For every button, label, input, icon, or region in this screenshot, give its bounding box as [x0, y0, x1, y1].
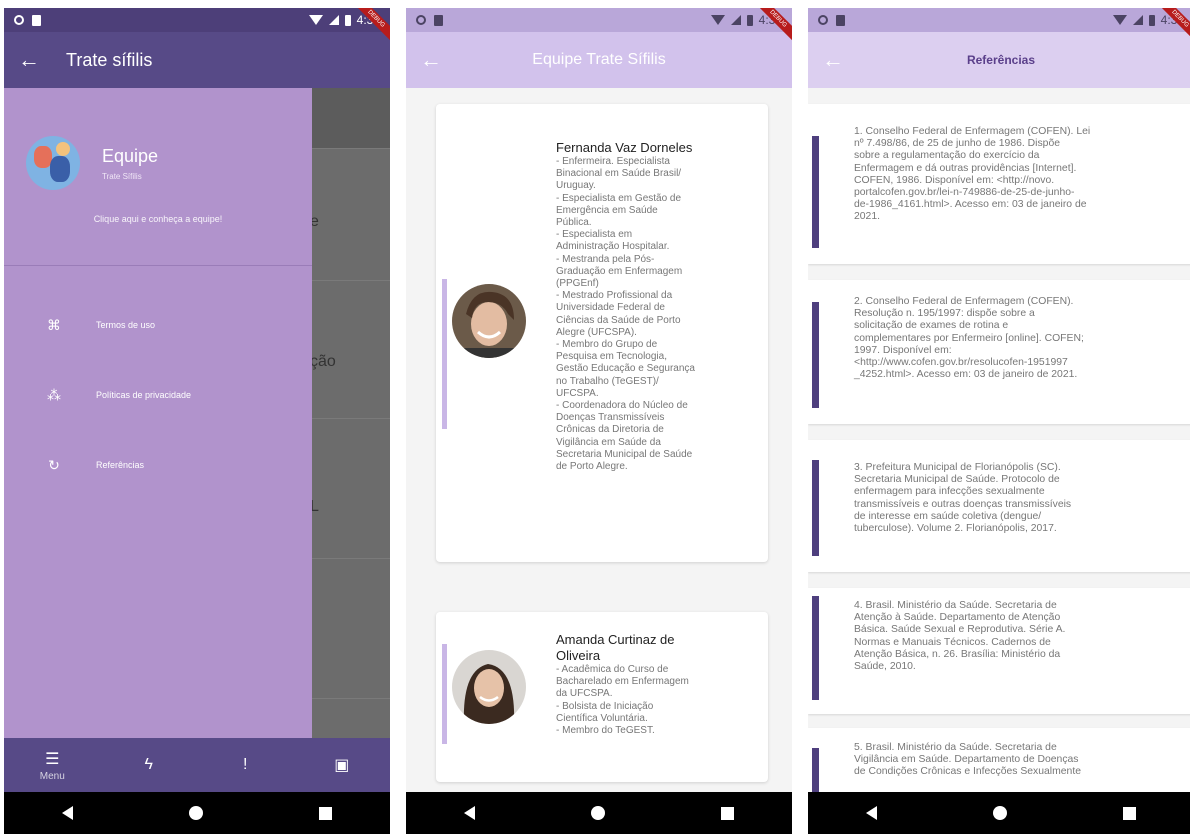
reference-card: 2. Conselho Federal de Enfermagem (COFEN… [808, 280, 1190, 424]
document-icon: ⌘ [47, 316, 61, 333]
status-bar: 4:34 [808, 8, 1190, 32]
bottom-navigation: ☰ Menu ϟ ǃ ▣ [4, 738, 390, 792]
system-navigation [4, 792, 390, 834]
back-arrow-icon[interactable]: ← [420, 47, 450, 73]
card-accent-bar [812, 460, 819, 556]
medical-kit-icon: ▣ [334, 757, 350, 774]
menu-icon: ☰ [45, 750, 60, 768]
member-text: Fernanda Vaz Dorneles - Enfermeira. Espe… [556, 140, 762, 473]
drawer-header[interactable]: Equipe Trate Sífilis Clique aqui e conhe… [4, 88, 312, 266]
team-link[interactable]: Clique aqui e conheça a equipe! [4, 214, 312, 224]
system-navigation [406, 792, 792, 834]
menu-item-label: Termos de uso [96, 320, 156, 330]
signal-icon [328, 15, 339, 25]
reference-text: 1. Conselho Federal de Enfermagem (COFEN… [854, 126, 1091, 223]
member-text: Amanda Curtinaz de Oliveira - Acadêmica … [556, 632, 762, 737]
system-recents-icon[interactable] [319, 806, 332, 820]
menu-item-privacy[interactable]: ⁂ Políticas de privacidade [4, 380, 312, 410]
wifi-icon [308, 15, 323, 25]
reference-card: 1. Conselho Federal de Enfermagem (COFEN… [808, 104, 1190, 264]
reference-text: 4. Brasil. Ministério da Saúde. Secretar… [854, 600, 1066, 673]
signal-icon [1132, 15, 1143, 25]
sd-card-icon [32, 14, 41, 26]
reference-card: 4. Brasil. Ministério da Saúde. Secretar… [808, 588, 1190, 714]
menu-item-terms[interactable]: ⌘ Termos de uso [4, 310, 312, 340]
app-bar: ← Equipe Trate Sífilis [406, 32, 792, 88]
share-icon: ⁂ [47, 386, 61, 403]
team-title: Equipe [102, 146, 159, 166]
drawer-screen: 4:33 DEBUG ← Trate sífilis e ção L Equip… [4, 8, 390, 834]
signal-icon [730, 15, 741, 25]
system-recents-icon[interactable] [721, 806, 734, 820]
sd-card-icon [434, 14, 443, 26]
refresh-icon: ↻ [48, 456, 60, 473]
member-name: Amanda Curtinaz de [556, 632, 675, 647]
system-back-icon[interactable] [464, 806, 475, 820]
back-arrow-icon[interactable]: ← [822, 47, 852, 73]
team-avatar [26, 136, 80, 190]
app-bar: ← Referências [808, 32, 1190, 88]
back-arrow-icon[interactable]: ← [18, 47, 48, 73]
system-home-icon[interactable] [591, 806, 605, 820]
reference-text: 3. Prefeitura Municipal de Florianópolis… [854, 462, 1072, 535]
nav-medical[interactable]: ▣ [294, 755, 391, 775]
member-photo [452, 284, 526, 358]
status-bar: 4:33 [4, 8, 390, 32]
member-card: Amanda Curtinaz de Oliveira - Acadêmica … [436, 612, 768, 782]
card-accent-bar [812, 136, 819, 248]
bolt-icon: ϟ [144, 756, 153, 773]
card-accent-bar [812, 596, 819, 700]
system-back-icon[interactable] [62, 806, 73, 820]
reference-text: 5. Brasil. Ministério da Saúde. Secretar… [854, 742, 1081, 778]
notification-icon [416, 15, 426, 25]
member-card: Fernanda Vaz Dorneles - Enfermeira. Espe… [436, 104, 768, 562]
card-accent-bar [812, 302, 819, 408]
references-screen: 4:34 DEBUG ← Referências 1. Conselho Fed… [808, 8, 1190, 834]
system-navigation [808, 792, 1190, 834]
system-home-icon[interactable] [993, 806, 1007, 820]
status-bar: 4:34 [406, 8, 792, 32]
behind-text-2: ção [310, 353, 336, 370]
notification-icon [14, 15, 24, 25]
reference-text: 2. Conselho Federal de Enfermagem (COFEN… [854, 296, 1084, 381]
team-screen: 4:34 DEBUG ← Equipe Trate Sífilis Fernan… [406, 8, 792, 834]
debug-banner: DEBUG [752, 8, 792, 48]
team-subtitle: Trate Sífilis [102, 172, 142, 181]
nav-menu[interactable]: ☰ Menu [4, 749, 101, 782]
person-icon: ǃ [243, 756, 248, 773]
app-bar-title: Trate sífilis [66, 49, 153, 70]
navigation-drawer: Equipe Trate Sífilis Clique aqui e conhe… [4, 88, 312, 738]
member-photo [452, 650, 526, 724]
app-bar-title: Equipe Trate Sífilis [532, 51, 666, 68]
member-name: Fernanda Vaz Dorneles [556, 140, 693, 155]
card-accent-bar [442, 279, 447, 429]
menu-item-references[interactable]: ↻ Referências [4, 450, 312, 480]
debug-banner: DEBUG [1154, 8, 1190, 48]
notification-icon [818, 15, 828, 25]
reference-card: 3. Prefeitura Municipal de Florianópolis… [808, 440, 1190, 572]
nav-flash[interactable]: ϟ [101, 756, 198, 774]
wifi-icon [1112, 15, 1127, 25]
system-recents-icon[interactable] [1123, 806, 1136, 820]
wifi-icon [710, 15, 725, 25]
app-bar: ← Trate sífilis [4, 32, 390, 88]
system-home-icon[interactable] [189, 806, 203, 820]
sd-card-icon [836, 14, 845, 26]
nav-person[interactable]: ǃ [197, 756, 294, 774]
card-accent-bar [442, 644, 447, 744]
debug-banner: DEBUG [350, 8, 390, 48]
system-back-icon[interactable] [866, 806, 877, 820]
menu-item-label: Políticas de privacidade [96, 390, 192, 400]
app-bar-title: Referências [966, 53, 1036, 67]
menu-item-label: Referências [96, 460, 145, 470]
